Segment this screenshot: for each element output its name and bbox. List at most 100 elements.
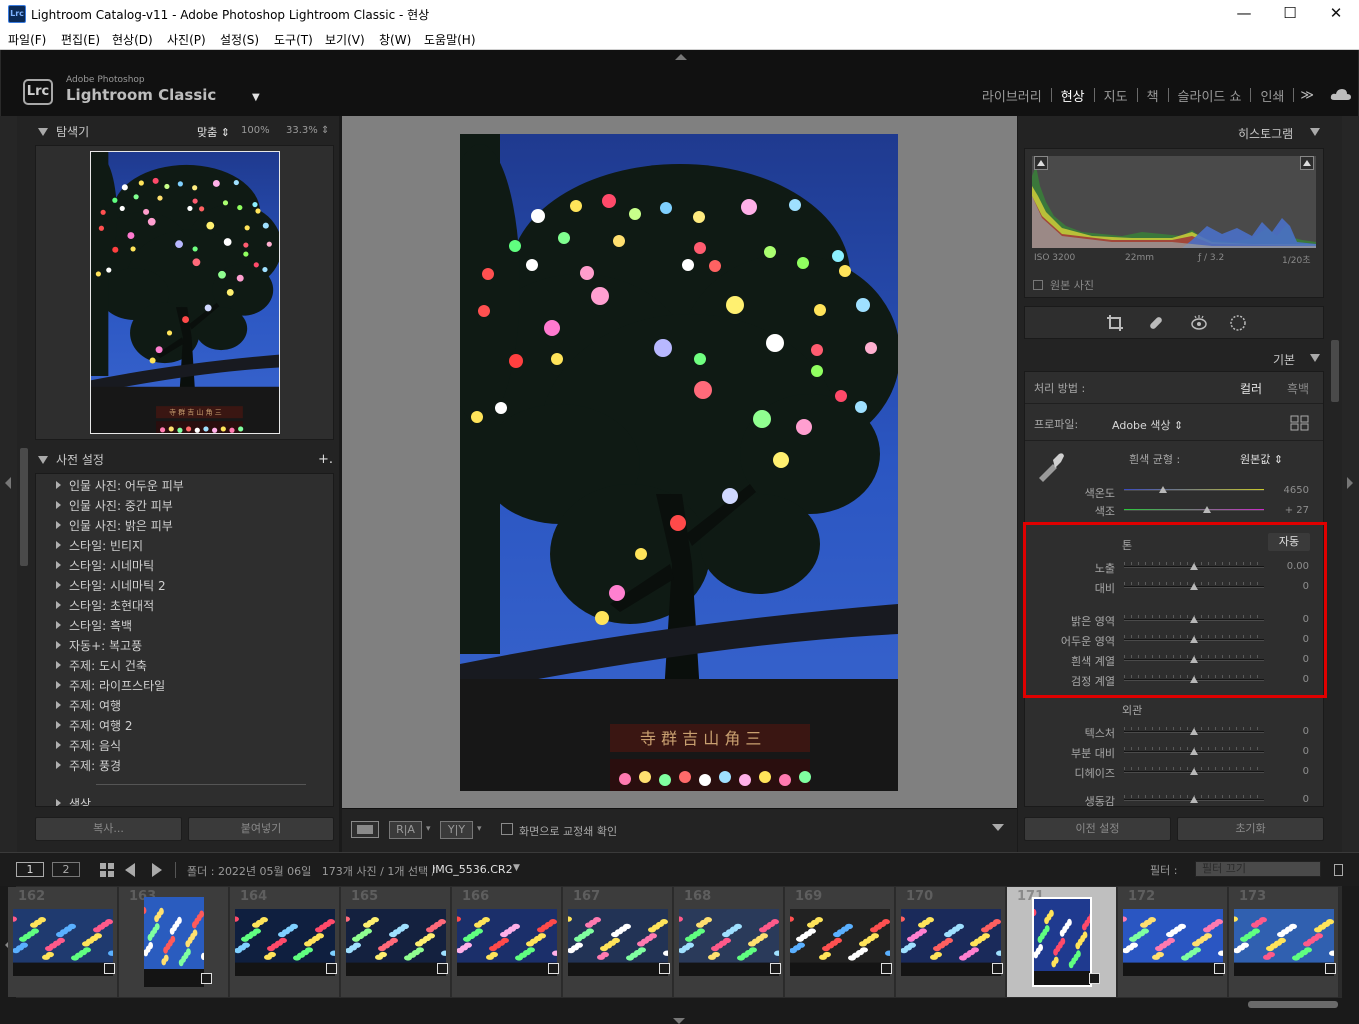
preset-group[interactable]: 주제: 풍경 [56, 757, 121, 773]
photo-thumbnail[interactable] [1123, 909, 1223, 976]
photo-thumbnail[interactable] [235, 909, 335, 976]
preset-group[interactable]: 색상 [56, 795, 91, 806]
right-scrollbar[interactable] [1331, 340, 1339, 402]
preset-group[interactable]: 스타일: 초현대적 [56, 597, 154, 613]
profile-browser-icon[interactable] [1290, 415, 1310, 431]
preset-group[interactable]: 자동+: 복고풍 [56, 637, 142, 653]
menu-window[interactable]: 창(W) [379, 31, 411, 48]
photo-thumbnail[interactable] [1032, 897, 1092, 987]
next-photo-icon[interactable] [152, 863, 162, 877]
preset-group[interactable]: 스타일: 흑백 [56, 617, 132, 633]
healing-icon[interactable] [1147, 314, 1165, 332]
photo-thumbnail[interactable] [13, 909, 113, 976]
module-library[interactable]: 라이브러리 [973, 86, 1051, 105]
preset-group[interactable]: 인물 사진: 중간 피부 [56, 497, 173, 513]
photo-thumbnail[interactable] [679, 909, 779, 976]
wb-select[interactable]: 원본값 ⇕ [1240, 451, 1283, 467]
preset-group[interactable]: 주제: 라이프스타일 [56, 677, 165, 693]
filmstrip-cell[interactable]: 167 [563, 887, 673, 997]
paste-button[interactable]: 붙여넣기 [188, 817, 334, 841]
dropdown-caret-icon[interactable]: ▾ [477, 824, 482, 834]
preset-group[interactable]: 스타일: 시네마틱 [56, 557, 154, 573]
module-map[interactable]: 지도 [1095, 86, 1137, 105]
presence-slider-value[interactable]: 0 [1269, 726, 1309, 737]
presence-slider-thumb[interactable] [1190, 796, 1198, 803]
filmstrip-cell[interactable]: 173 [1229, 887, 1339, 997]
module-develop[interactable]: 현상 [1052, 86, 1094, 105]
module-print[interactable]: 인쇄 [1251, 86, 1293, 105]
temp-value[interactable]: 4650 [1269, 485, 1309, 496]
collapse-triangle-icon[interactable] [38, 456, 48, 464]
copy-button[interactable]: 복사... [35, 817, 182, 841]
photo-thumbnail[interactable] [346, 909, 446, 976]
filmstrip-cell[interactable]: 166 [452, 887, 562, 997]
highlight-clipping-toggle[interactable] [1300, 156, 1314, 170]
presence-slider-value[interactable]: 0 [1269, 794, 1309, 805]
masking-icon[interactable] [1229, 314, 1247, 332]
photo-thumbnail[interactable] [901, 909, 1001, 976]
folder-path[interactable]: 폴더 : 2022년 05월 06일 173개 사진 / 1개 선택 / [187, 863, 435, 879]
menu-view[interactable]: 보기(V) [325, 31, 365, 48]
filmstrip-cell[interactable]: 163 [119, 887, 229, 997]
shadow-clipping-toggle[interactable] [1034, 156, 1048, 170]
treatment-bw[interactable]: 흑백 [1287, 380, 1309, 397]
filter-select[interactable]: 필터 끄기 [1195, 861, 1321, 877]
filmstrip-cell[interactable]: 165 [341, 887, 451, 997]
before-after-tb-button[interactable]: Y|Y [440, 821, 473, 839]
zoom-custom[interactable]: 33.3% ⇕ [286, 125, 329, 136]
preset-group[interactable]: 인물 사진: 밝은 피부 [56, 517, 173, 533]
collapse-right-icon[interactable] [1347, 477, 1353, 489]
maximize-button[interactable]: ☐ [1267, 0, 1313, 28]
filmstrip-cell[interactable]: 164 [230, 887, 340, 997]
filmstrip-cell[interactable]: 168 [674, 887, 784, 997]
filmstrip-cell[interactable]: 170 [896, 887, 1006, 997]
treatment-color[interactable]: 컬러 [1240, 380, 1262, 397]
profile-select[interactable]: Adobe 색상 ⇕ [1112, 417, 1183, 433]
filmstrip-cell[interactable]: 171 [1007, 887, 1117, 997]
loupe-view-button[interactable] [351, 821, 379, 838]
presence-slider-value[interactable]: 0 [1269, 746, 1309, 757]
main-photo[interactable]: 寺 群 吉 山 角 三 [460, 134, 898, 791]
photo-thumbnail[interactable] [1234, 909, 1334, 976]
photo-thumbnail[interactable] [457, 909, 557, 976]
primary-window-button[interactable]: 1 [16, 862, 44, 877]
tint-thumb[interactable] [1202, 506, 1211, 513]
photo-thumbnail[interactable] [790, 909, 890, 976]
preset-group[interactable]: 주제: 도시 건축 [56, 657, 147, 673]
previous-photo-icon[interactable] [125, 863, 135, 877]
collapse-top-icon[interactable] [675, 54, 687, 60]
toolbar-menu-icon[interactable] [992, 824, 1004, 831]
filmstrip-cell[interactable]: 162 [8, 887, 118, 997]
collapse-left-icon[interactable] [5, 477, 11, 489]
before-after-lr-button[interactable]: R|A [389, 821, 422, 839]
menu-settings[interactable]: 설정(S) [220, 31, 259, 48]
module-slideshow[interactable]: 슬라이드 쇼 [1169, 86, 1251, 105]
identity-menu-caret[interactable]: ▼ [252, 92, 260, 103]
collapse-triangle-icon[interactable] [1310, 128, 1320, 136]
menu-edit[interactable]: 편집(E) [61, 31, 100, 48]
tint-value[interactable]: + 27 [1269, 505, 1309, 516]
menu-tools[interactable]: 도구(T) [274, 31, 313, 48]
eyedropper-icon[interactable] [1033, 448, 1067, 482]
preset-group[interactable]: 주제: 여행 [56, 697, 121, 713]
collapse-bottom-icon[interactable] [673, 1018, 685, 1024]
preset-group[interactable]: 스타일: 빈티지 [56, 537, 143, 553]
menu-develop[interactable]: 현상(D) [112, 31, 153, 48]
previous-settings-button[interactable]: 이전 설정 [1024, 817, 1171, 841]
preset-group[interactable]: 주제: 음식 [56, 737, 121, 753]
preset-group[interactable]: 주제: 여행 2 [56, 717, 132, 733]
crop-icon[interactable] [1106, 314, 1124, 332]
navigator-preview[interactable] [90, 151, 280, 434]
menu-photo[interactable]: 사진(P) [167, 31, 206, 48]
red-eye-icon[interactable] [1190, 314, 1208, 332]
zoom-fit[interactable]: 맞춤 ⇕ [197, 124, 230, 140]
preset-group[interactable]: 스타일: 시네마틱 2 [56, 577, 166, 593]
dropdown-caret-icon[interactable]: ▾ [426, 824, 431, 834]
presence-slider-value[interactable]: 0 [1269, 766, 1309, 777]
grid-icon[interactable] [99, 862, 115, 878]
navigator-header[interactable]: 탐색기 [38, 123, 89, 145]
presets-header[interactable]: 사전 설정 [38, 451, 104, 473]
preset-group[interactable]: 인물 사진: 어두운 피부 [56, 477, 184, 493]
more-modules-icon[interactable]: ≫ [1294, 88, 1320, 103]
reset-button[interactable]: 초기화 [1177, 817, 1324, 841]
